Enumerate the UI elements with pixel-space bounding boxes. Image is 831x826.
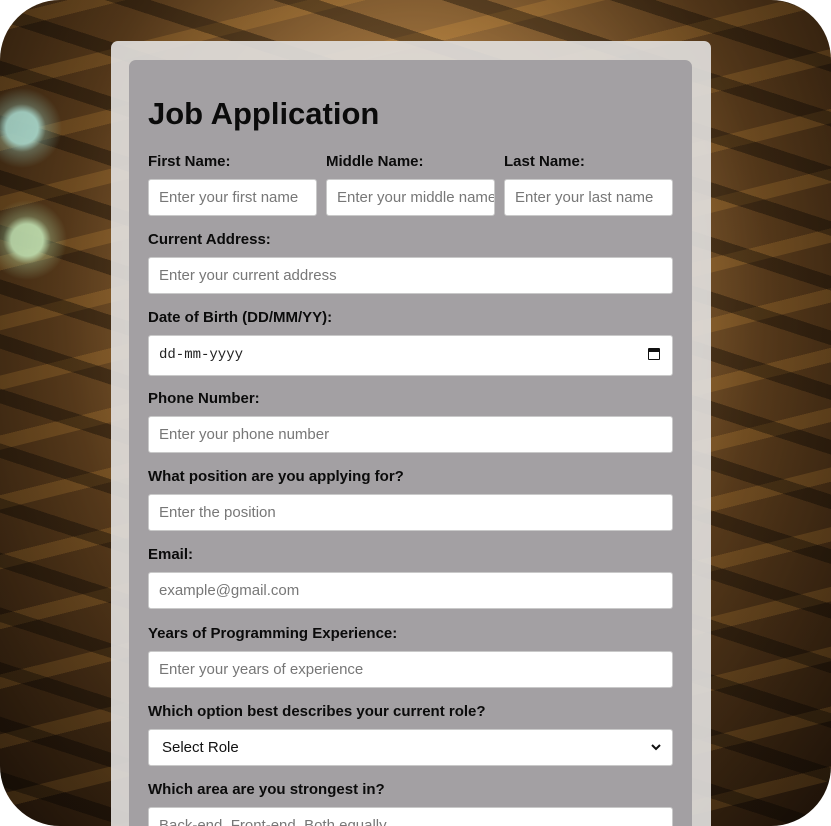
middle-name-label: Middle Name: bbox=[326, 153, 424, 170]
form-container: Job Application First Name: Middle Name:… bbox=[111, 41, 711, 826]
position-label: What position are you applying for? bbox=[148, 468, 404, 485]
email-label: Email: bbox=[148, 546, 194, 563]
first-name-label: First Name: bbox=[148, 153, 231, 170]
last-name-input[interactable]: Enter your last name bbox=[504, 179, 673, 216]
role-selected-value: Select Role bbox=[162, 739, 239, 756]
phone-label: Phone Number: bbox=[148, 390, 260, 407]
last-name-placeholder: Enter your last name bbox=[515, 189, 654, 206]
first-name-input[interactable]: Enter your first name bbox=[148, 179, 317, 216]
phone-input[interactable]: Enter your phone number bbox=[148, 416, 673, 453]
address-label: Current Address: bbox=[148, 231, 271, 248]
dob-label: Date of Birth (DD/MM/YY): bbox=[148, 309, 333, 326]
page-title: Job Application bbox=[148, 96, 380, 131]
dob-date-input[interactable]: dd-mm-yyyy bbox=[148, 335, 673, 376]
job-application-form: Job Application First Name: Middle Name:… bbox=[129, 60, 692, 826]
chevron-down-icon bbox=[651, 744, 661, 751]
strongest-area-input[interactable]: Back-end, Front-end, Both equally bbox=[148, 807, 673, 826]
experience-label: Years of Programming Experience: bbox=[148, 625, 398, 642]
address-input[interactable]: Enter your current address bbox=[148, 257, 673, 294]
middle-name-placeholder: Enter your middle name bbox=[337, 189, 495, 206]
last-name-label: Last Name: bbox=[504, 153, 585, 170]
dob-value: dd-mm-yyyy bbox=[159, 347, 244, 363]
role-select[interactable]: Select Role bbox=[148, 729, 673, 766]
email-input[interactable]: example@gmail.com bbox=[148, 572, 673, 609]
calendar-icon[interactable] bbox=[648, 348, 660, 360]
strongest-area-placeholder: Back-end, Front-end, Both equally bbox=[159, 817, 387, 826]
strongest-area-label: Which area are you strongest in? bbox=[148, 781, 385, 798]
app-window: Job Application First Name: Middle Name:… bbox=[0, 0, 831, 826]
address-placeholder: Enter your current address bbox=[159, 267, 337, 284]
middle-name-input[interactable]: Enter your middle name bbox=[326, 179, 495, 216]
position-input[interactable]: Enter the position bbox=[148, 494, 673, 531]
email-placeholder: example@gmail.com bbox=[159, 582, 300, 599]
experience-input[interactable]: Enter your years of experience bbox=[148, 651, 673, 688]
first-name-placeholder: Enter your first name bbox=[159, 189, 299, 206]
position-placeholder: Enter the position bbox=[159, 504, 276, 521]
phone-placeholder: Enter your phone number bbox=[159, 426, 330, 443]
role-label: Which option best describes your current… bbox=[148, 703, 486, 720]
experience-placeholder: Enter your years of experience bbox=[159, 661, 364, 678]
